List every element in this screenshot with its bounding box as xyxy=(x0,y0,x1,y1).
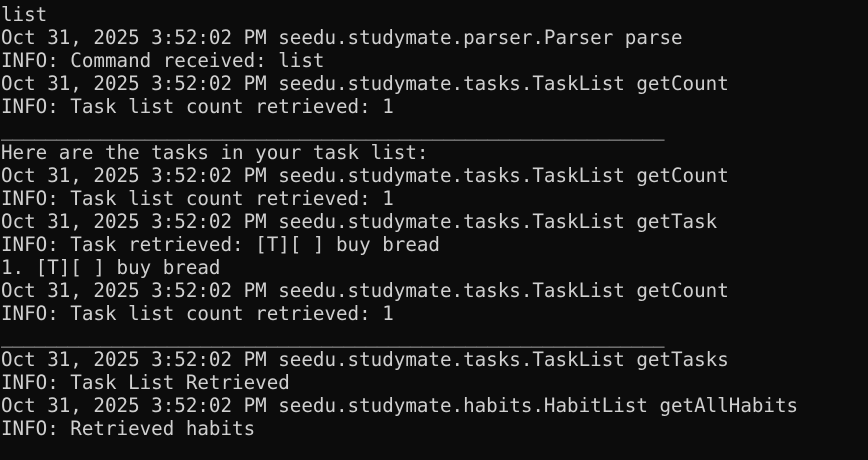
separator-line: ________________________________________… xyxy=(1,325,665,348)
task-item: 1. [T][ ] buy bread xyxy=(1,256,221,279)
output-line: Here are the tasks in your task list: xyxy=(1,141,429,164)
log-line: INFO: Retrieved habits xyxy=(1,417,256,440)
log-line: Oct 31, 2025 3:52:02 PM seedu.studymate.… xyxy=(1,72,729,95)
log-line: INFO: Task list count retrieved: 1 xyxy=(1,95,394,118)
log-line: Oct 31, 2025 3:52:02 PM seedu.studymate.… xyxy=(1,348,729,371)
log-line: Oct 31, 2025 3:52:02 PM seedu.studymate.… xyxy=(1,164,729,187)
log-line: INFO: Task retrieved: [T][ ] buy bread xyxy=(1,233,440,256)
log-line: INFO: Task List Retrieved xyxy=(1,371,290,394)
log-line: Oct 31, 2025 3:52:02 PM seedu.studymate.… xyxy=(1,279,729,302)
command-line: list xyxy=(1,3,48,26)
log-line: INFO: Task list count retrieved: 1 xyxy=(1,187,394,210)
log-line: INFO: Task list count retrieved: 1 xyxy=(1,302,394,325)
log-line: Oct 31, 2025 3:52:02 PM seedu.studymate.… xyxy=(1,210,718,233)
terminal-window[interactable]: list Oct 31, 2025 3:52:02 PM seedu.study… xyxy=(0,0,868,460)
separator-line: ________________________________________… xyxy=(1,118,665,141)
log-line: Oct 31, 2025 3:52:02 PM seedu.studymate.… xyxy=(1,26,683,49)
log-line: INFO: Command received: list xyxy=(1,49,325,72)
log-line: Oct 31, 2025 3:52:02 PM seedu.studymate.… xyxy=(1,394,799,417)
